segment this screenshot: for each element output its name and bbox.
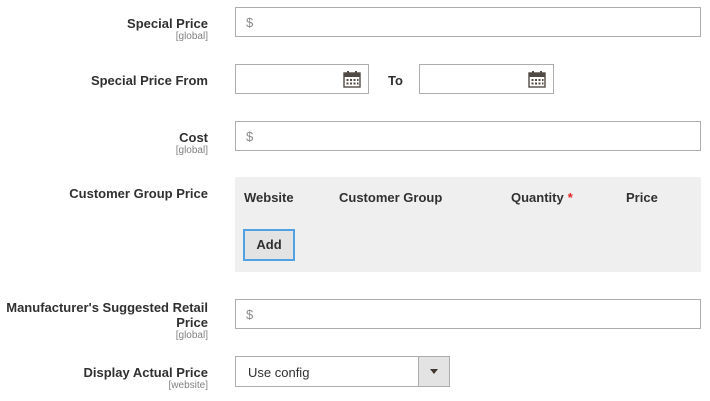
currency-symbol: $ <box>246 129 254 144</box>
chevron-down-icon <box>430 369 438 374</box>
column-header-quantity-label: Quantity <box>511 190 564 205</box>
msrp-input[interactable]: $ <box>235 299 701 329</box>
msrp-scope: [global] <box>175 330 208 341</box>
display-actual-price-scope: [website] <box>168 380 208 391</box>
to-label: To <box>388 73 403 88</box>
customer-group-price-label-group: Customer Group Price <box>69 186 208 201</box>
dropdown-toggle[interactable] <box>418 357 449 386</box>
special-price-from-label: Special Price From <box>90 73 208 88</box>
display-actual-price-select[interactable]: Use config <box>235 356 450 387</box>
msrp-label-line2: Price <box>176 315 208 330</box>
calendar-icon[interactable] <box>528 70 546 88</box>
msrp-label-line1: Manufacturer's Suggested Retail <box>6 300 208 315</box>
cost-label: Cost <box>179 130 208 145</box>
special-price-label-group: Special Price [global] <box>127 16 208 43</box>
special-price-from-label-group: Special Price From <box>91 73 208 88</box>
select-value: Use config <box>248 365 310 380</box>
currency-symbol: $ <box>246 15 254 30</box>
cost-input[interactable]: $ <box>235 121 701 151</box>
cost-scope: [global] <box>175 145 208 156</box>
column-header-website: Website <box>244 190 294 205</box>
column-header-quantity: Quantity * <box>511 190 573 205</box>
display-actual-price-label: Display Actual Price <box>83 365 208 380</box>
column-header-price: Price <box>626 190 658 205</box>
cost-label-group: Cost [global] <box>176 130 208 157</box>
special-price-from-input[interactable] <box>235 64 369 94</box>
add-button[interactable]: Add <box>243 229 295 261</box>
special-price-label: Special Price <box>127 16 208 31</box>
currency-symbol: $ <box>246 307 254 322</box>
special-price-input[interactable]: $ <box>235 7 701 37</box>
display-actual-price-label-group: Display Actual Price [website] <box>83 365 208 392</box>
calendar-icon[interactable] <box>343 70 361 88</box>
msrp-label-group: Manufacturer's Suggested Retail Price [g… <box>6 300 208 342</box>
column-header-customer-group: Customer Group <box>339 190 443 205</box>
required-marker: * <box>567 190 573 205</box>
special-price-scope: [global] <box>175 31 208 42</box>
customer-group-price-label: Customer Group Price <box>69 186 208 201</box>
special-price-to-input[interactable] <box>419 64 554 94</box>
customer-group-price-table: Website Customer Group Quantity * Price A… <box>235 177 701 272</box>
